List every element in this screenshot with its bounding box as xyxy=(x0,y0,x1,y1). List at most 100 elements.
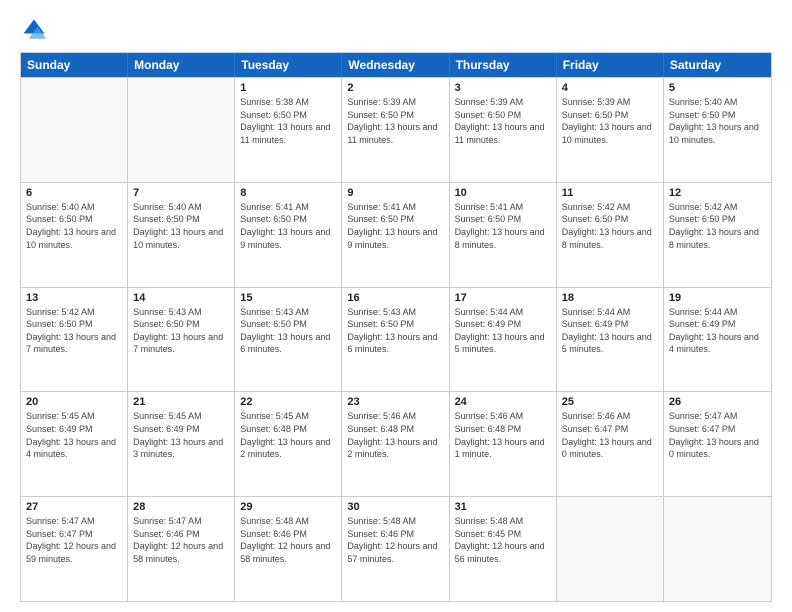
cal-cell: 3 Sunrise: 5:39 AMSunset: 6:50 PMDaylight… xyxy=(450,78,557,182)
cal-header-tuesday: Tuesday xyxy=(235,53,342,77)
cal-cell: 27 Sunrise: 5:47 AMSunset: 6:47 PMDayligh… xyxy=(21,497,128,601)
cal-week-4: 20 Sunrise: 5:45 AMSunset: 6:49 PMDayligh… xyxy=(21,391,771,496)
cal-cell: 12 Sunrise: 5:42 AMSunset: 6:50 PMDayligh… xyxy=(664,183,771,287)
day-info: Sunrise: 5:47 AMSunset: 6:47 PMDaylight:… xyxy=(669,410,766,460)
day-info: Sunrise: 5:41 AMSunset: 6:50 PMDaylight:… xyxy=(347,201,443,251)
day-number: 29 xyxy=(240,501,336,513)
cal-header-sunday: Sunday xyxy=(21,53,128,77)
day-number: 2 xyxy=(347,82,443,94)
day-number: 7 xyxy=(133,187,229,199)
day-info: Sunrise: 5:41 AMSunset: 6:50 PMDaylight:… xyxy=(240,201,336,251)
day-info: Sunrise: 5:48 AMSunset: 6:46 PMDaylight:… xyxy=(347,515,443,565)
cal-cell: 16 Sunrise: 5:43 AMSunset: 6:50 PMDayligh… xyxy=(342,288,449,392)
cal-cell: 2 Sunrise: 5:39 AMSunset: 6:50 PMDaylight… xyxy=(342,78,449,182)
cal-cell: 4 Sunrise: 5:39 AMSunset: 6:50 PMDaylight… xyxy=(557,78,664,182)
cal-header-saturday: Saturday xyxy=(664,53,771,77)
day-info: Sunrise: 5:40 AMSunset: 6:50 PMDaylight:… xyxy=(26,201,122,251)
day-number: 14 xyxy=(133,292,229,304)
day-info: Sunrise: 5:47 AMSunset: 6:46 PMDaylight:… xyxy=(133,515,229,565)
day-number: 13 xyxy=(26,292,122,304)
day-number: 17 xyxy=(455,292,551,304)
day-info: Sunrise: 5:44 AMSunset: 6:49 PMDaylight:… xyxy=(562,306,658,356)
cal-cell: 30 Sunrise: 5:48 AMSunset: 6:46 PMDayligh… xyxy=(342,497,449,601)
day-number: 16 xyxy=(347,292,443,304)
day-number: 22 xyxy=(240,396,336,408)
cal-header-wednesday: Wednesday xyxy=(342,53,449,77)
day-info: Sunrise: 5:44 AMSunset: 6:49 PMDaylight:… xyxy=(669,306,766,356)
cal-cell: 20Sunrise: 5:45 AMSunset: 6:49 PMDayligh… xyxy=(21,392,128,496)
cal-cell: 10 Sunrise: 5:41 AMSunset: 6:50 PMDayligh… xyxy=(450,183,557,287)
cal-cell: 15Sunrise: 5:43 AMSunset: 6:50 PMDayligh… xyxy=(235,288,342,392)
cal-cell: 6 Sunrise: 5:40 AMSunset: 6:50 PMDaylight… xyxy=(21,183,128,287)
cal-cell: 29Sunrise: 5:48 AMSunset: 6:46 PMDayligh… xyxy=(235,497,342,601)
cal-cell xyxy=(557,497,664,601)
cal-cell: 21Sunrise: 5:45 AMSunset: 6:49 PMDayligh… xyxy=(128,392,235,496)
cal-cell: 13 Sunrise: 5:42 AMSunset: 6:50 PMDayligh… xyxy=(21,288,128,392)
cal-cell: 7 Sunrise: 5:40 AMSunset: 6:50 PMDaylight… xyxy=(128,183,235,287)
day-number: 19 xyxy=(669,292,766,304)
day-number: 8 xyxy=(240,187,336,199)
day-info: Sunrise: 5:46 AMSunset: 6:48 PMDaylight:… xyxy=(455,410,551,460)
day-info: Sunrise: 5:41 AMSunset: 6:50 PMDaylight:… xyxy=(455,201,551,251)
day-info: Sunrise: 5:40 AMSunset: 6:50 PMDaylight:… xyxy=(669,96,766,146)
cal-header-monday: Monday xyxy=(128,53,235,77)
day-info: Sunrise: 5:45 AMSunset: 6:48 PMDaylight:… xyxy=(240,410,336,460)
cal-cell: 1 Sunrise: 5:38 AMSunset: 6:50 PMDaylight… xyxy=(235,78,342,182)
logo-icon xyxy=(20,16,48,44)
cal-cell xyxy=(664,497,771,601)
day-number: 23 xyxy=(347,396,443,408)
cal-cell: 14 Sunrise: 5:43 AMSunset: 6:50 PMDayligh… xyxy=(128,288,235,392)
calendar-header-row: SundayMondayTuesdayWednesdayThursdayFrid… xyxy=(21,53,771,77)
cal-cell: 17 Sunrise: 5:44 AMSunset: 6:49 PMDayligh… xyxy=(450,288,557,392)
day-info: Sunrise: 5:39 AMSunset: 6:50 PMDaylight:… xyxy=(455,96,551,146)
day-info: Sunrise: 5:45 AMSunset: 6:49 PMDaylight:… xyxy=(133,410,229,460)
day-info: Sunrise: 5:48 AMSunset: 6:45 PMDaylight:… xyxy=(455,515,551,565)
cal-week-5: 27 Sunrise: 5:47 AMSunset: 6:47 PMDayligh… xyxy=(21,496,771,601)
calendar-body: 1 Sunrise: 5:38 AMSunset: 6:50 PMDaylight… xyxy=(21,77,771,601)
logo xyxy=(20,16,52,44)
day-number: 1 xyxy=(240,82,336,94)
day-number: 11 xyxy=(562,187,658,199)
cal-cell: 11 Sunrise: 5:42 AMSunset: 6:50 PMDayligh… xyxy=(557,183,664,287)
day-info: Sunrise: 5:42 AMSunset: 6:50 PMDaylight:… xyxy=(26,306,122,356)
day-number: 31 xyxy=(455,501,551,513)
day-info: Sunrise: 5:43 AMSunset: 6:50 PMDaylight:… xyxy=(133,306,229,356)
cal-header-friday: Friday xyxy=(557,53,664,77)
day-info: Sunrise: 5:40 AMSunset: 6:50 PMDaylight:… xyxy=(133,201,229,251)
day-number: 18 xyxy=(562,292,658,304)
day-number: 24 xyxy=(455,396,551,408)
cal-header-thursday: Thursday xyxy=(450,53,557,77)
day-number: 12 xyxy=(669,187,766,199)
day-number: 5 xyxy=(669,82,766,94)
cal-week-3: 13 Sunrise: 5:42 AMSunset: 6:50 PMDayligh… xyxy=(21,287,771,392)
day-number: 27 xyxy=(26,501,122,513)
day-info: Sunrise: 5:39 AMSunset: 6:50 PMDaylight:… xyxy=(562,96,658,146)
cal-cell: 28 Sunrise: 5:47 AMSunset: 6:46 PMDayligh… xyxy=(128,497,235,601)
day-info: Sunrise: 5:46 AMSunset: 6:48 PMDaylight:… xyxy=(347,410,443,460)
cal-cell: 22 Sunrise: 5:45 AMSunset: 6:48 PMDayligh… xyxy=(235,392,342,496)
day-number: 20 xyxy=(26,396,122,408)
day-info: Sunrise: 5:42 AMSunset: 6:50 PMDaylight:… xyxy=(669,201,766,251)
cal-cell: 9Sunrise: 5:41 AMSunset: 6:50 PMDaylight… xyxy=(342,183,449,287)
day-info: Sunrise: 5:44 AMSunset: 6:49 PMDaylight:… xyxy=(455,306,551,356)
day-info: Sunrise: 5:39 AMSunset: 6:50 PMDaylight:… xyxy=(347,96,443,146)
header xyxy=(20,16,772,44)
cal-week-2: 6 Sunrise: 5:40 AMSunset: 6:50 PMDaylight… xyxy=(21,182,771,287)
cal-cell: 26 Sunrise: 5:47 AMSunset: 6:47 PMDayligh… xyxy=(664,392,771,496)
day-number: 4 xyxy=(562,82,658,94)
cal-cell: 24 Sunrise: 5:46 AMSunset: 6:48 PMDayligh… xyxy=(450,392,557,496)
calendar: SundayMondayTuesdayWednesdayThursdayFrid… xyxy=(20,52,772,602)
cal-cell: 23 Sunrise: 5:46 AMSunset: 6:48 PMDayligh… xyxy=(342,392,449,496)
day-info: Sunrise: 5:43 AMSunset: 6:50 PMDaylight:… xyxy=(347,306,443,356)
day-number: 10 xyxy=(455,187,551,199)
day-info: Sunrise: 5:38 AMSunset: 6:50 PMDaylight:… xyxy=(240,96,336,146)
day-info: Sunrise: 5:42 AMSunset: 6:50 PMDaylight:… xyxy=(562,201,658,251)
day-number: 28 xyxy=(133,501,229,513)
cal-cell: 31 Sunrise: 5:48 AMSunset: 6:45 PMDayligh… xyxy=(450,497,557,601)
cal-week-1: 1 Sunrise: 5:38 AMSunset: 6:50 PMDaylight… xyxy=(21,77,771,182)
day-number: 3 xyxy=(455,82,551,94)
day-info: Sunrise: 5:47 AMSunset: 6:47 PMDaylight:… xyxy=(26,515,122,565)
day-number: 26 xyxy=(669,396,766,408)
day-number: 6 xyxy=(26,187,122,199)
day-number: 30 xyxy=(347,501,443,513)
